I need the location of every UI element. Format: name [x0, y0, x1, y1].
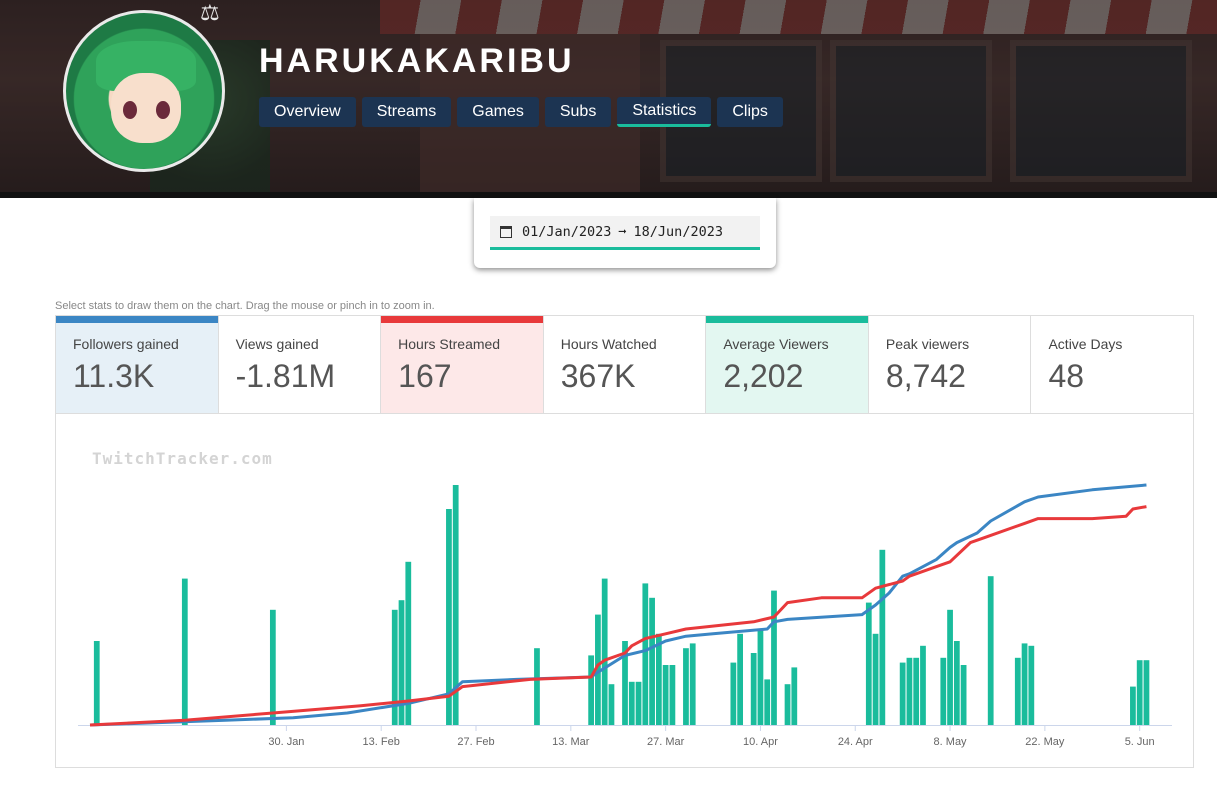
x-tick-label: 27. Mar — [647, 736, 685, 748]
chart-bar[interactable] — [757, 629, 764, 725]
chart-bar[interactable] — [588, 655, 595, 725]
chart-bar[interactable] — [879, 549, 886, 725]
chart-bar[interactable] — [649, 597, 655, 725]
chart-bar[interactable] — [771, 590, 777, 725]
chart-bar[interactable] — [1136, 660, 1143, 725]
chart-bar[interactable] — [1143, 660, 1150, 725]
chart-bar[interactable] — [601, 578, 608, 725]
x-tick-label: 22. May — [1025, 736, 1065, 748]
chart-bar[interactable] — [906, 657, 913, 725]
x-tick-label: 30. Jan — [268, 736, 304, 748]
x-tick-label: 13. Feb — [363, 736, 400, 748]
chart-bar[interactable] — [662, 665, 669, 725]
chart-bar[interactable] — [181, 578, 188, 725]
chart-bar[interactable] — [608, 684, 615, 725]
chart-bar[interactable] — [269, 609, 276, 725]
chart-bar[interactable] — [960, 665, 967, 725]
chart-bar[interactable] — [947, 609, 953, 725]
chart-bar[interactable] — [913, 657, 920, 725]
chart-bar[interactable] — [635, 681, 642, 725]
chart-bar[interactable] — [93, 641, 100, 725]
chart-bar[interactable] — [940, 657, 947, 725]
x-tick-label: 8. May — [934, 736, 968, 748]
chart-bar[interactable] — [872, 633, 879, 725]
chart-bar[interactable] — [953, 641, 960, 725]
chart-bar[interactable] — [791, 667, 798, 725]
chart-bar[interactable] — [987, 576, 994, 725]
x-tick-label: 13. Mar — [552, 736, 590, 748]
chart-bar[interactable] — [730, 662, 737, 725]
stats-chart[interactable]: 30. Jan 13. Feb 27. Feb 13. Mar 27. Mar 10. A… — [0, 0, 1217, 785]
chart-bar[interactable] — [737, 633, 744, 725]
chart-bar[interactable] — [784, 684, 791, 725]
x-tick-label: 5. Jun — [1125, 736, 1155, 748]
chart-bar[interactable] — [391, 609, 398, 725]
chart-bar[interactable] — [669, 665, 676, 725]
chart-bar[interactable] — [1014, 657, 1021, 725]
x-tick-label: 24. Apr — [838, 736, 873, 748]
chart-bar[interactable] — [534, 648, 540, 725]
chart-bar[interactable] — [764, 679, 771, 725]
x-tick-label: 10. Apr — [743, 736, 778, 748]
x-tick-label: 27. Feb — [457, 736, 494, 748]
chart-bar[interactable] — [920, 645, 926, 725]
chart-bar[interactable] — [1130, 686, 1136, 725]
chart-bar[interactable] — [1028, 645, 1035, 725]
chart-bar[interactable] — [628, 681, 635, 725]
chart-bar[interactable] — [642, 583, 649, 725]
chart-bar[interactable] — [683, 648, 689, 725]
chart-bar[interactable] — [899, 662, 906, 725]
chart-bar[interactable] — [750, 653, 757, 725]
chart-bar[interactable] — [865, 602, 872, 725]
chart-bar[interactable] — [1021, 643, 1028, 725]
chart-bar[interactable] — [689, 643, 696, 725]
chart-bar[interactable] — [655, 633, 662, 725]
